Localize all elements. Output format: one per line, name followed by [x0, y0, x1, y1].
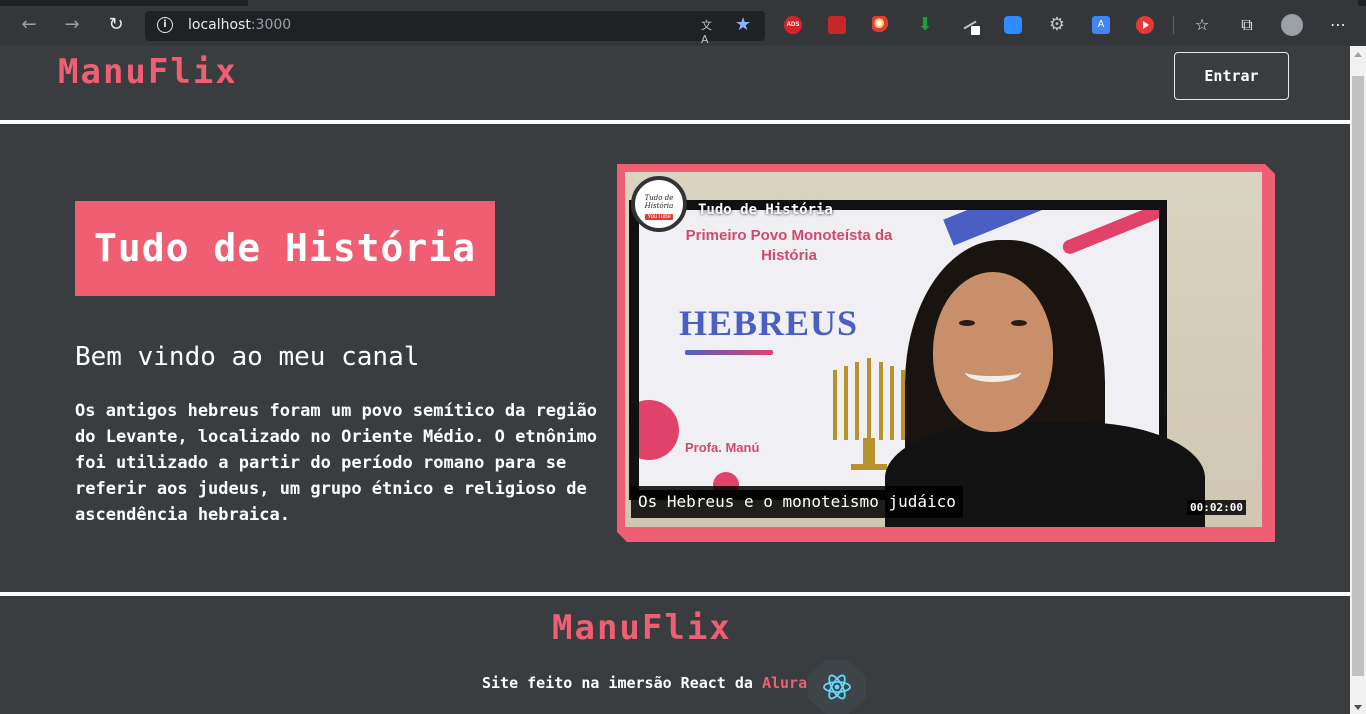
vertical-scrollbar[interactable]	[1350, 46, 1366, 714]
header-divider	[0, 120, 1350, 124]
footer-text-prefix: Site feito na imersão React da	[482, 674, 762, 692]
footer-divider	[0, 592, 1350, 596]
video-duration: 00:02:00	[1187, 500, 1246, 515]
react-badge	[808, 660, 866, 714]
presenter-smile	[965, 362, 1021, 382]
video-title[interactable]: Os Hebreus e o monoteismo judáico	[631, 486, 963, 518]
gear-icon[interactable]: ⚙	[1048, 16, 1066, 34]
channel-avatar-badge: YouTube	[645, 214, 673, 220]
scroll-up-arrow-icon[interactable]	[1354, 52, 1362, 57]
toolbar-separator	[1173, 16, 1174, 34]
pen-icon[interactable]	[961, 16, 980, 35]
footer-text: Site feito na imersão React da Alura.	[482, 674, 816, 692]
info-icon[interactable]: i	[157, 17, 173, 33]
channel-avatar[interactable]: Tudo de História YouTube	[631, 176, 687, 232]
reload-icon[interactable]: ↻	[104, 13, 128, 37]
login-button[interactable]: Entrar	[1174, 52, 1289, 100]
bookmark-star-icon[interactable]: ★	[735, 14, 751, 35]
category-title: Tudo de História	[75, 201, 495, 296]
more-menu-icon[interactable]: ⋯	[1327, 14, 1349, 36]
channel-avatar-text: Tudo de História	[644, 194, 674, 210]
featured-video-frame[interactable]: Primeiro Povo Monoteísta da História HEB…	[617, 164, 1275, 542]
favorites-icon[interactable]: ☆	[1191, 14, 1213, 36]
screen-presenter: Profa. Manú	[685, 440, 760, 455]
presenter-face	[933, 272, 1053, 432]
screen-underline	[685, 350, 773, 355]
presenter-eye	[1011, 320, 1027, 326]
scroll-down-arrow-icon[interactable]	[1354, 705, 1362, 710]
banner-description: Os antigos hebreus foram um povo semític…	[75, 401, 597, 525]
download-arrow-icon[interactable]: ⬇	[916, 16, 934, 34]
video-thumbnail[interactable]: Primeiro Povo Monoteísta da História HEB…	[625, 172, 1262, 527]
scrollbar-thumb[interactable]	[1352, 76, 1364, 676]
channel-name[interactable]: Tudo de História	[698, 202, 833, 218]
screen-heading: HEBREUS	[679, 303, 859, 343]
extension-color-icon[interactable]	[872, 16, 890, 34]
react-icon	[823, 674, 851, 700]
browser-toolbar: ← → ↻ i localhost:3000 文A ★ ADS ⬇ ⚙ A ☆ …	[0, 0, 1366, 46]
page: ManuFlix Entrar Tudo de História Bem vin…	[0, 46, 1350, 714]
welcome-heading: Bem vindo ao meu canal	[75, 342, 420, 372]
active-tab-edge	[248, 0, 1358, 6]
url-port: :3000	[250, 17, 292, 33]
extension-red-icon[interactable]	[828, 16, 846, 34]
footer-logo[interactable]: ManuFlix	[552, 608, 732, 648]
screen-blob	[639, 400, 679, 460]
screen-title: Primeiro Povo Monoteísta da História	[685, 227, 893, 264]
address-bar[interactable]: i localhost:3000 文A ★	[145, 11, 765, 46]
translate-page-icon[interactable]: 文A	[701, 17, 719, 46]
header-logo[interactable]: ManuFlix	[58, 52, 238, 92]
forward-arrow-icon[interactable]: →	[60, 13, 84, 37]
screen-stripe-accent	[1060, 210, 1159, 256]
youtube-icon[interactable]	[1136, 16, 1154, 34]
url-text[interactable]: localhost:3000	[188, 17, 291, 33]
profile-avatar-icon[interactable]	[1281, 14, 1303, 36]
presenter-eye	[959, 320, 975, 326]
collections-icon[interactable]: ⧉	[1236, 14, 1258, 36]
translate-icon[interactable]: A	[1092, 16, 1110, 34]
back-arrow-icon[interactable]: ←	[17, 13, 41, 37]
url-host: localhost	[188, 17, 251, 33]
zoom-icon[interactable]	[1004, 16, 1022, 34]
adblock-icon[interactable]: ADS	[784, 16, 802, 34]
